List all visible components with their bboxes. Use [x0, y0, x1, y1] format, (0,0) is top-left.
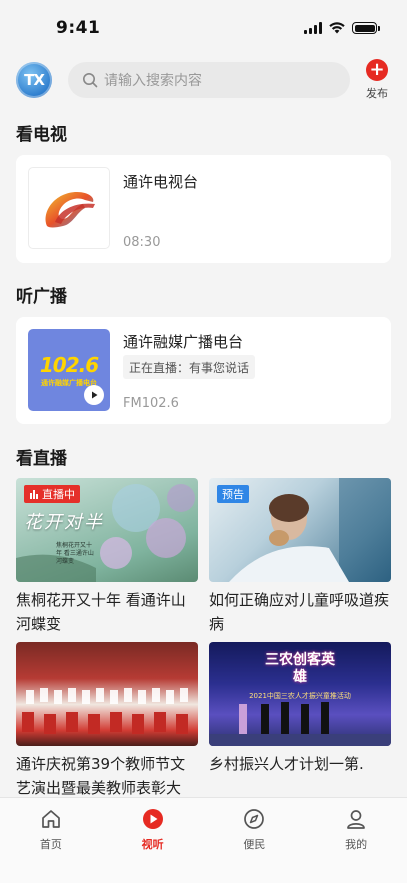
tab-services[interactable]: 便民	[204, 798, 306, 883]
wifi-icon	[329, 22, 345, 34]
live-tile[interactable]: 通许庆祝第39个教师节文艺演出暨最美教师表彰大	[16, 642, 198, 800]
tab-label: 视听	[141, 838, 164, 851]
section-title-tv: 看电视	[16, 125, 67, 145]
live-tile-title: 通许庆祝第39个教师节文艺演出暨最美教师表彰大	[16, 755, 186, 797]
tab-label: 首页	[39, 838, 62, 851]
status-time: 9:41	[56, 18, 101, 38]
thumbnail-overlay-title: 三农创客英雄	[265, 652, 335, 685]
radio-frequency: FM102.6	[123, 396, 179, 411]
tab-home[interactable]: 首页	[0, 798, 102, 883]
battery-icon	[352, 22, 380, 34]
status-bar: 9:41	[0, 0, 407, 56]
live-thumbnail	[16, 642, 198, 746]
thumbnail-overlay-subtitle: 2021中国三农人才振兴童推活动	[249, 692, 351, 700]
live-tile[interactable]: 直播中 花开对半 焦桐花开又十年 看三通许山河蝶变 焦桐花开又十年 看通许山河蝶…	[16, 478, 198, 636]
tab-profile[interactable]: 我的	[305, 798, 407, 883]
play-button[interactable]	[84, 385, 104, 405]
tv-channel-name: 通许电视台	[123, 173, 199, 191]
live-bars-icon	[30, 490, 38, 499]
tv-channel-card[interactable]: 通许电视台 08:30	[16, 155, 391, 263]
play-icon	[92, 391, 98, 399]
tab-label: 我的	[345, 838, 368, 851]
radio-station-name: 通许融媒广播电台	[123, 333, 244, 351]
thumbnail-overlay-title: 花开对半	[24, 512, 104, 533]
publish-button[interactable]: + 发布	[363, 59, 391, 101]
plus-icon: +	[366, 59, 388, 81]
radio-station-logo: 102.6 通许融媒广播电台	[28, 329, 110, 411]
tv-logo-icon	[45, 192, 95, 228]
tab-bar: 首页 视听 便民 我的	[0, 797, 407, 883]
tv-channel-logo	[28, 167, 110, 249]
search-input[interactable]: 请输入搜索内容	[68, 62, 350, 98]
live-tile-title: 焦桐花开又十年 看通许山河蝶变	[16, 591, 186, 633]
section-title-radio: 听广播	[16, 287, 67, 307]
status-icons	[304, 22, 380, 34]
header: TX 请输入搜索内容 + 发布	[0, 58, 407, 102]
play-icon	[142, 809, 163, 829]
avatar[interactable]: TX	[16, 62, 52, 98]
live-badge: 直播中	[24, 485, 80, 503]
tab-media[interactable]: 视听	[102, 798, 204, 883]
preview-badge: 预告	[217, 485, 249, 503]
live-thumbnail: 直播中 花开对半 焦桐花开又十年 看三通许山河蝶变	[16, 478, 198, 582]
radio-now-playing: 正在直播：有事您说话	[123, 355, 256, 379]
live-tile-title: 乡村振兴人才计划一第.	[209, 755, 364, 773]
live-tile[interactable]: 预告 如何正确应对儿童呼吸道疾病	[209, 478, 391, 636]
live-tile[interactable]: 三农创客英雄 2021中国三农人才振兴童推活动 乡村振兴人才计划一第.	[209, 642, 391, 776]
tv-channel-time: 08:30	[123, 235, 161, 250]
live-thumbnail: 预告	[209, 478, 391, 582]
live-tile-title: 如何正确应对儿童呼吸道疾病	[209, 591, 390, 633]
user-icon	[347, 810, 365, 829]
tab-label: 便民	[243, 838, 266, 851]
radio-station-card[interactable]: 102.6 通许融媒广播电台 通许融媒广播电台 正在直播：有事您说话 FM102…	[16, 317, 391, 424]
live-thumbnail: 三农创客英雄 2021中国三农人才振兴童推活动	[209, 642, 391, 746]
thumbnail-overlay-subtitle: 焦桐花开又十年 看三通许山河蝶变	[56, 542, 94, 565]
search-placeholder: 请输入搜索内容	[104, 73, 202, 89]
cellular-signal-icon	[304, 22, 322, 34]
section-title-live: 看直播	[16, 449, 67, 469]
radio-logo-frequency: 102.6	[39, 352, 99, 377]
publish-label: 发布	[366, 87, 388, 100]
compass-icon	[244, 809, 265, 829]
home-icon	[42, 810, 60, 828]
search-icon	[83, 73, 98, 88]
